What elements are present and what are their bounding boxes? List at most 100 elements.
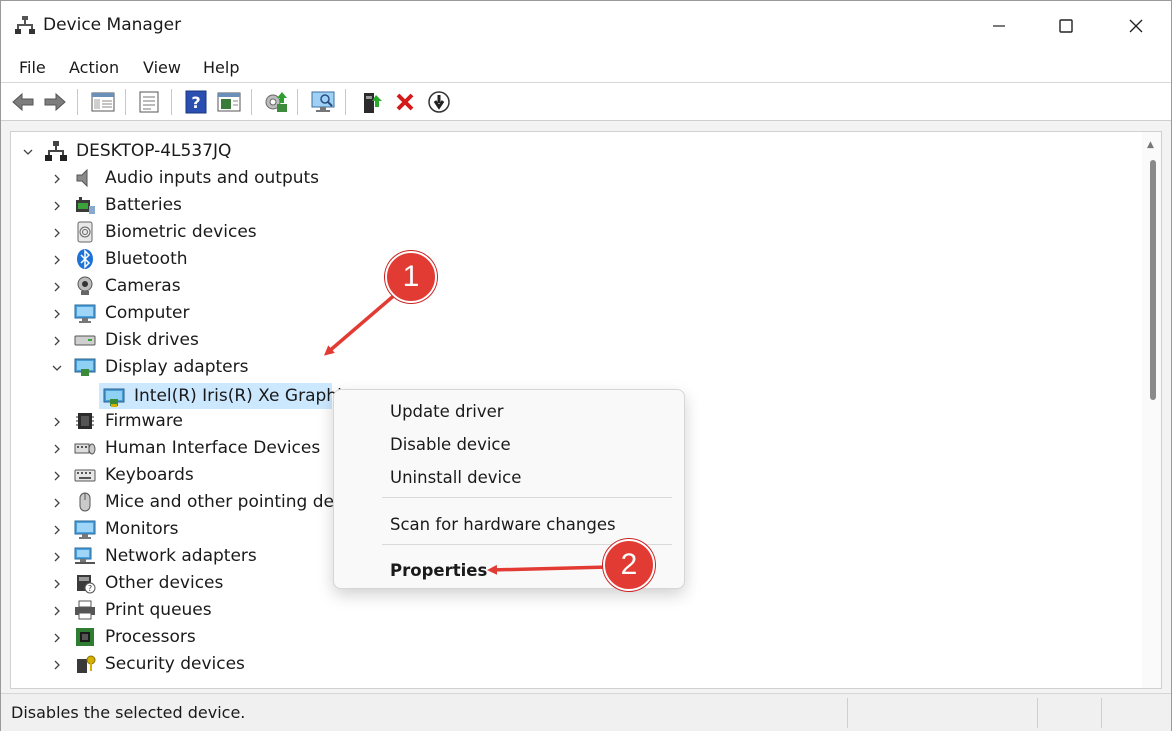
security-key-icon (77, 655, 96, 673)
unknown-device-icon: ? (77, 575, 96, 594)
tree-node-computer[interactable]: Computer (11, 300, 341, 327)
chevron-right-icon[interactable] (51, 497, 63, 509)
chevron-right-icon[interactable] (51, 443, 63, 455)
chevron-right-icon[interactable] (51, 551, 63, 563)
chevron-right-icon[interactable] (51, 578, 63, 590)
chevron-right-icon[interactable] (51, 632, 63, 644)
toolbar-separator (345, 89, 346, 115)
show-hide-console-tree-button[interactable] (89, 88, 117, 116)
tree-node-security-devices[interactable]: Security devices (11, 651, 341, 678)
battery-icon (76, 197, 95, 214)
chevron-right-icon[interactable] (51, 416, 63, 428)
tree-root-node[interactable]: DESKTOP-4L537JQ (11, 138, 411, 165)
status-divider (1101, 698, 1102, 728)
tree-node-cameras[interactable]: Cameras (11, 273, 341, 300)
disable-device-button[interactable] (425, 88, 453, 116)
ctx-update-driver[interactable]: Update driver (390, 402, 504, 421)
category-label: Other devices (105, 573, 224, 593)
menu-action[interactable]: Action (65, 56, 123, 79)
category-label: Firmware (105, 411, 183, 431)
disable-device-icon (428, 91, 450, 113)
tree-node-batteries[interactable]: Batteries (11, 192, 341, 219)
tree-node-firmware[interactable]: Firmware (11, 408, 341, 435)
vertical-scrollbar[interactable]: ▲ (1142, 132, 1161, 688)
computer-tree-icon (45, 141, 67, 161)
scan-hardware-button[interactable] (309, 88, 337, 116)
menu-bar: File Action View Help (1, 51, 1171, 83)
forward-button[interactable] (41, 88, 69, 116)
chevron-down-icon[interactable] (22, 146, 34, 158)
minimize-button[interactable] (964, 1, 1034, 51)
chevron-right-icon[interactable] (51, 173, 63, 185)
properties-button[interactable] (135, 88, 163, 116)
monitor-icon (74, 520, 96, 539)
speaker-icon (76, 168, 88, 188)
ctx-disable-device[interactable]: Disable device (390, 435, 511, 454)
tree-node-monitors[interactable]: Monitors (11, 516, 341, 543)
tree-node-disk-drives[interactable]: Disk drives (11, 327, 341, 354)
maximize-button[interactable] (1031, 1, 1101, 51)
chevron-right-icon[interactable] (51, 470, 63, 482)
chevron-right-icon[interactable] (51, 659, 63, 671)
processor-icon (76, 628, 94, 646)
tree-node-keyboards[interactable]: Keyboards (11, 462, 341, 489)
title-bar: Device Manager (1, 1, 1171, 51)
tree-node-mice-and-other-pointing-devi[interactable]: Mice and other pointing devi (11, 489, 349, 516)
ctx-scan-hardware[interactable]: Scan for hardware changes (390, 515, 616, 534)
tree-node-display-adapters[interactable]: Display adapters (11, 354, 341, 381)
chevron-right-icon[interactable] (51, 254, 63, 266)
category-label: Human Interface Devices (105, 438, 321, 458)
category-label: Bluetooth (105, 249, 188, 269)
chevron-down-icon[interactable] (51, 362, 63, 374)
chip-icon (76, 413, 94, 429)
tree-node-print-queues[interactable]: Print queues (11, 597, 341, 624)
action-pane-icon (217, 92, 241, 112)
ctx-uninstall-device[interactable]: Uninstall device (390, 468, 521, 487)
chevron-right-icon[interactable] (51, 308, 63, 320)
scrollbar-thumb[interactable] (1150, 160, 1156, 400)
category-label: Disk drives (105, 330, 199, 350)
status-bar: Disables the selected device. (1, 693, 1171, 731)
chevron-right-icon[interactable] (51, 605, 63, 617)
enable-device-button[interactable] (358, 88, 386, 116)
tree-node-other-devices[interactable]: ? Other devices (11, 570, 341, 597)
tree-node-human-interface-devices[interactable]: Human Interface Devices (11, 435, 341, 462)
chevron-right-icon[interactable] (51, 281, 63, 293)
close-icon (1129, 19, 1143, 33)
category-label: Biometric devices (105, 222, 257, 242)
category-label: Monitors (105, 519, 179, 539)
tree-node-audio-inputs-and-outputs[interactable]: Audio inputs and outputs (11, 165, 341, 192)
uninstall-device-button[interactable] (391, 88, 419, 116)
scroll-up-arrow-icon[interactable]: ▲ (1147, 140, 1154, 150)
disk-drive-icon (74, 335, 96, 346)
menu-view[interactable]: View (139, 56, 185, 79)
update-driver-icon (265, 92, 287, 112)
tree-node-bluetooth[interactable]: Bluetooth (11, 246, 341, 273)
chevron-right-icon[interactable] (51, 335, 63, 347)
close-button[interactable] (1101, 1, 1171, 51)
status-divider (1037, 698, 1038, 728)
properties-icon (139, 91, 159, 113)
tree-node-intel-iris-xe[interactable]: Intel(R) Iris(R) Xe Graphics (99, 383, 360, 410)
forward-arrow-icon (44, 92, 66, 112)
svg-text:?: ? (191, 93, 200, 112)
back-button[interactable] (9, 88, 37, 116)
category-label: Mice and other pointing devi (105, 492, 349, 512)
chevron-right-icon[interactable] (51, 524, 63, 536)
ctx-properties[interactable]: Properties (390, 561, 487, 580)
chevron-right-icon[interactable] (51, 200, 63, 212)
menu-help[interactable]: Help (199, 56, 243, 79)
ctx-separator (382, 497, 672, 498)
keyboard-icon (74, 469, 96, 482)
network-icon (74, 547, 95, 564)
action-pane-button[interactable] (215, 88, 243, 116)
tree-node-processors[interactable]: Processors (11, 624, 341, 651)
menu-file[interactable]: File (15, 56, 50, 79)
update-driver-button[interactable] (262, 88, 290, 116)
help-button[interactable]: ? (182, 88, 210, 116)
tree-node-network-adapters[interactable]: Network adapters (11, 543, 341, 570)
tree-node-biometric-devices[interactable]: Biometric devices (11, 219, 341, 246)
category-label: Computer (105, 303, 190, 323)
category-label: Keyboards (105, 465, 194, 485)
chevron-right-icon[interactable] (51, 227, 63, 239)
